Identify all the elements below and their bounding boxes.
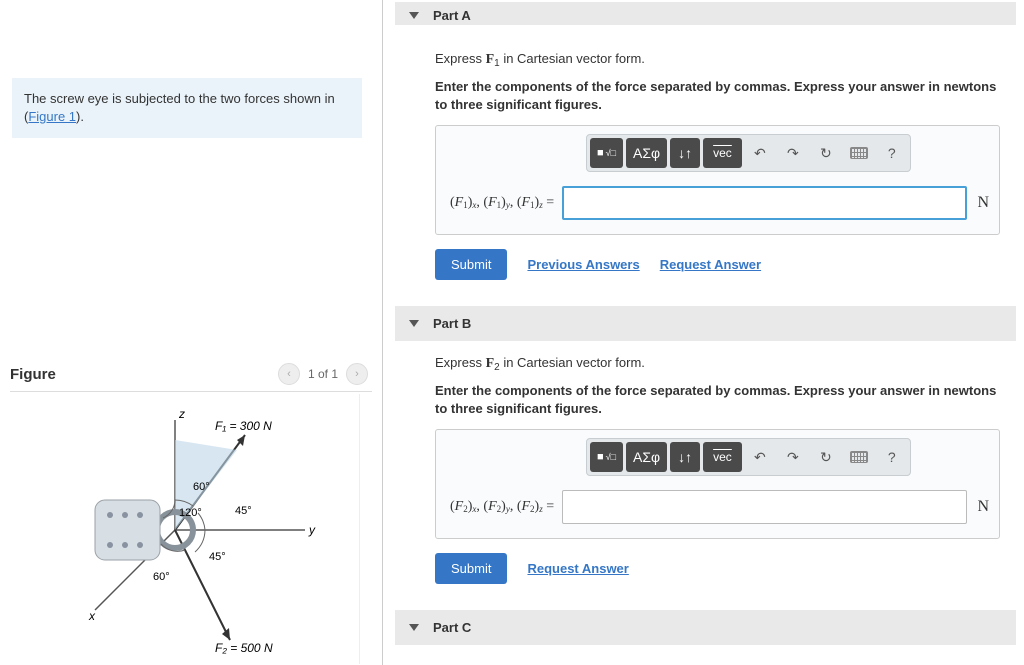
- problem-statement: The screw eye is subjected to the two fo…: [12, 78, 362, 138]
- help-button[interactable]: ?: [877, 442, 907, 472]
- help-button[interactable]: ?: [877, 138, 907, 168]
- part-b-answer-input[interactable]: [562, 490, 967, 524]
- svg-text:45°: 45°: [209, 551, 226, 563]
- part-c-header[interactable]: Part C: [395, 610, 1016, 645]
- part-a-prompt: Express F1 in Cartesian vector form.: [435, 51, 1000, 68]
- undo-button[interactable]: ↶: [745, 442, 775, 472]
- part-a-hint: Enter the components of the force separa…: [435, 78, 1000, 113]
- part-b-eq-label: (F2)x, (F2)y, (F2)z =: [450, 499, 554, 515]
- svg-text:60°: 60°: [153, 571, 170, 583]
- svg-text:x: x: [88, 609, 96, 623]
- part-b-hint: Enter the components of the force separa…: [435, 382, 1000, 417]
- templates-button[interactable]: ■√□: [590, 442, 623, 472]
- sort-button[interactable]: ↓↑: [670, 138, 700, 168]
- part-a-header[interactable]: Part A: [395, 2, 1016, 25]
- greek-button[interactable]: ΑΣφ: [626, 138, 667, 168]
- svg-text:60°: 60°: [193, 481, 210, 493]
- redo-button[interactable]: ↷: [778, 138, 808, 168]
- svg-text:F₂ = 500 N: F₂ = 500 N: [215, 641, 273, 655]
- part-a-answer-area: ■√□ ΑΣφ ↓↑ vec ↶ ↷ ↻ ? (F1)x, (F1)y, (F1…: [435, 125, 1000, 235]
- svg-text:45°: 45°: [235, 505, 252, 517]
- undo-button[interactable]: ↶: [745, 138, 775, 168]
- part-a-answer-input[interactable]: [562, 186, 967, 220]
- figure-link[interactable]: Figure 1: [28, 109, 76, 124]
- figure-prev-button[interactable]: ‹: [278, 363, 300, 385]
- keyboard-icon: [850, 451, 868, 463]
- part-a-unit: N: [977, 194, 989, 212]
- part-a-request-answer-link[interactable]: Request Answer: [660, 257, 761, 272]
- part-b-header[interactable]: Part B: [395, 306, 1016, 341]
- equation-toolbar: ■√□ ΑΣφ ↓↑ vec ↶ ↷ ↻ ?: [586, 438, 911, 476]
- part-c-title: Part C: [433, 620, 471, 635]
- svg-text:y: y: [308, 523, 316, 537]
- figure-title: Figure: [10, 366, 274, 383]
- equation-toolbar: ■√□ ΑΣφ ↓↑ vec ↶ ↷ ↻ ?: [586, 134, 911, 172]
- vec-button[interactable]: vec: [703, 138, 742, 168]
- part-b-submit-button[interactable]: Submit: [435, 553, 507, 584]
- keyboard-icon: [850, 147, 868, 159]
- svg-text:120°: 120°: [179, 507, 202, 519]
- part-b-title: Part B: [433, 316, 471, 331]
- part-a-eq-label: (F1)x, (F1)y, (F1)z =: [450, 195, 554, 211]
- sort-button[interactable]: ↓↑: [670, 442, 700, 472]
- part-b-prompt: Express F2 in Cartesian vector form.: [435, 355, 1000, 372]
- templates-button[interactable]: ■√□: [590, 138, 623, 168]
- redo-button[interactable]: ↷: [778, 442, 808, 472]
- reset-button[interactable]: ↻: [811, 442, 841, 472]
- chevron-down-icon: [409, 320, 419, 327]
- figure-counter: 1 of 1: [308, 367, 338, 381]
- chevron-down-icon: [409, 12, 419, 19]
- figure-diagram: z y x F₁ = 300 N F₂ = 500 N 60° 120° 45°…: [35, 400, 335, 660]
- problem-text-after: ).: [76, 109, 84, 124]
- vec-button[interactable]: vec: [703, 442, 742, 472]
- reset-button[interactable]: ↻: [811, 138, 841, 168]
- figure-next-button[interactable]: ›: [346, 363, 368, 385]
- part-b-unit: N: [977, 498, 989, 516]
- part-a-previous-answers-link[interactable]: Previous Answers: [527, 257, 639, 272]
- part-b-request-answer-link[interactable]: Request Answer: [527, 561, 628, 576]
- part-b-answer-area: ■√□ ΑΣφ ↓↑ vec ↶ ↷ ↻ ? (F2)x, (F2)y, (F2…: [435, 429, 1000, 539]
- keyboard-button[interactable]: [844, 138, 874, 168]
- part-a-title: Part A: [433, 8, 471, 23]
- svg-text:z: z: [178, 407, 185, 421]
- svg-text:F₁ = 300 N: F₁ = 300 N: [215, 419, 272, 433]
- keyboard-button[interactable]: [844, 442, 874, 472]
- chevron-down-icon: [409, 624, 419, 631]
- greek-button[interactable]: ΑΣφ: [626, 442, 667, 472]
- figure-viewport[interactable]: z y x F₁ = 300 N F₂ = 500 N 60° 120° 45°…: [10, 394, 360, 664]
- part-a-submit-button[interactable]: Submit: [435, 249, 507, 280]
